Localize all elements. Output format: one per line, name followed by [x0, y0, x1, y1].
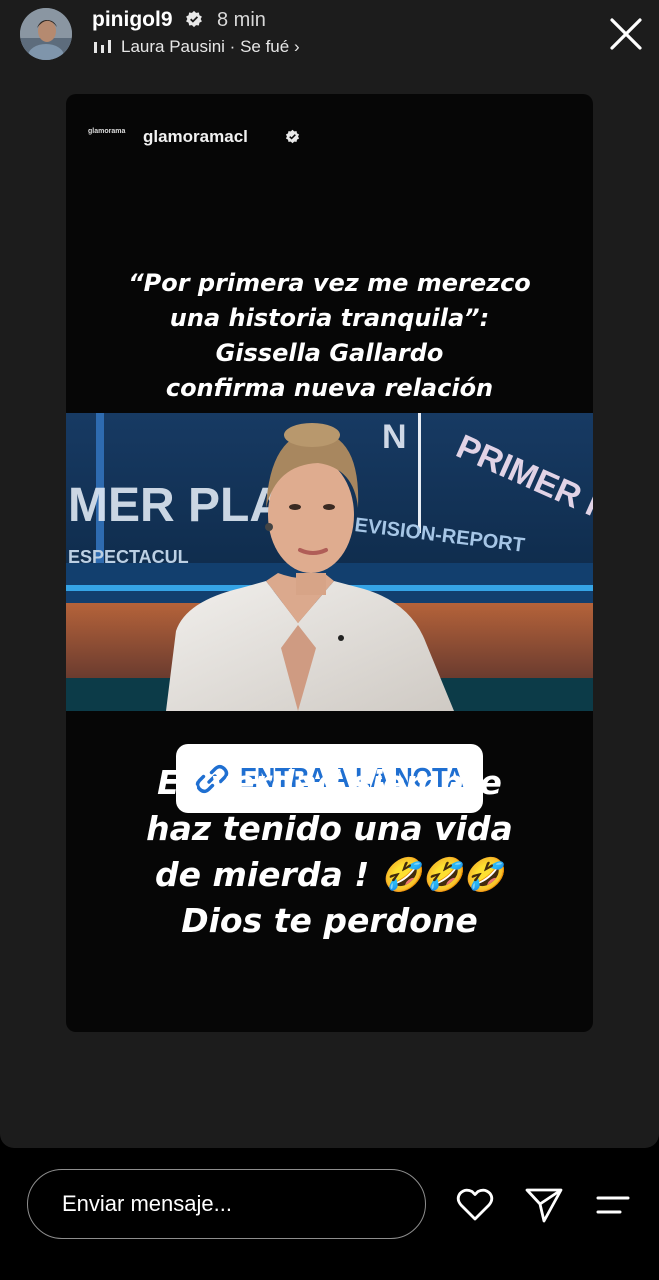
heart-icon[interactable]	[455, 1185, 495, 1225]
send-icon[interactable]	[524, 1185, 564, 1225]
reply-bar: Enviar mensaje...	[0, 1148, 659, 1280]
music-label: Laura Pausini · Se fué ›	[121, 37, 300, 56]
music-info[interactable]: Laura Pausini · Se fué ›	[94, 36, 300, 58]
overlay-line: de mierda ! 🤣🤣🤣	[154, 855, 505, 894]
overlay-line: haz tenido una vida	[146, 809, 513, 848]
headline-line: una historia tranquila”:	[169, 304, 490, 332]
story-text-overlay: Es verdad siempre haz tenido una vida de…	[0, 760, 659, 944]
music-bars-icon	[94, 40, 111, 53]
sign-text: MER PLA	[68, 479, 284, 532]
story-time: 8 min	[217, 9, 266, 31]
avatar[interactable]	[20, 8, 72, 60]
verified-icon	[186, 10, 202, 28]
username[interactable]: pinigol9	[92, 8, 173, 32]
overlay-line: Es verdad siempre	[157, 763, 502, 802]
story-header: pinigol9 8 min Laura Pausini · Se fué ›	[0, 0, 659, 70]
menu-icon[interactable]	[593, 1185, 633, 1225]
news-photo: MER PLA ESPECTACUL N PRIMER PLANO EVISIO…	[66, 413, 593, 711]
story-viewer[interactable]: pinigol9 8 min Laura Pausini · Se fué › …	[0, 0, 659, 1148]
headline-line: Gissella Gallardo	[215, 339, 444, 367]
close-icon[interactable]	[608, 16, 644, 52]
headline-line: “Por primera vez me merezco	[128, 269, 531, 297]
message-input[interactable]: Enviar mensaje...	[27, 1169, 426, 1239]
message-placeholder: Enviar mensaje...	[62, 1191, 232, 1216]
source-account: glamoramacl	[143, 127, 248, 146]
headline: “Por primera vez me merezco una historia…	[66, 266, 593, 406]
sign-text: ESPECTACUL	[68, 547, 189, 567]
brand-logo: glamorama	[88, 128, 126, 135]
verified-icon	[285, 129, 300, 144]
overlay-line: Dios te perdone	[181, 901, 478, 940]
sign-text: N	[382, 418, 407, 456]
headline-line: confirma nueva relación	[165, 374, 494, 402]
